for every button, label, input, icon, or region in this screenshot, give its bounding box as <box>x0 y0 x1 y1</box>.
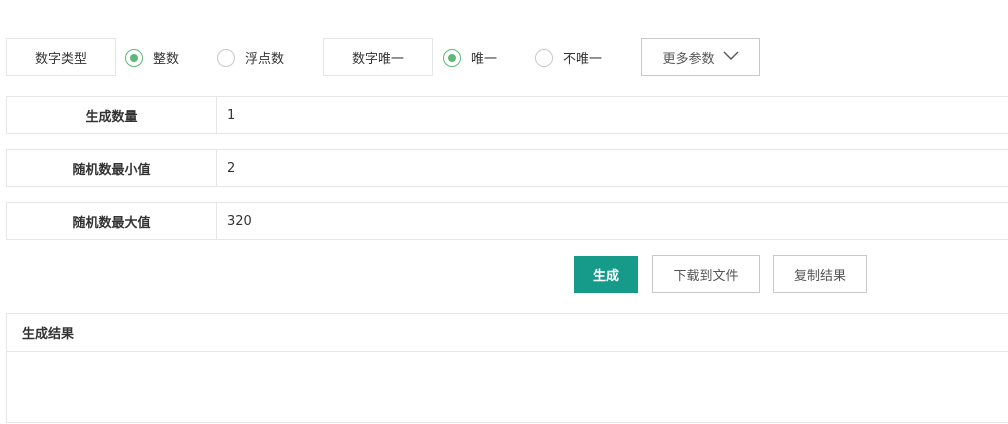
max-value-input[interactable]: 320 <box>217 203 1008 239</box>
radio-float[interactable]: 浮点数 <box>217 48 284 67</box>
radio-not-unique[interactable]: 不唯一 <box>535 48 602 67</box>
min-value-input[interactable]: 2 <box>217 150 1008 186</box>
generate-button[interactable]: 生成 <box>574 256 638 293</box>
chevron-down-icon <box>723 50 739 65</box>
field-label-max: 随机数最大值 <box>7 203 217 239</box>
field-row-max: 随机数最大值 320 <box>6 202 1008 240</box>
radio-not-unique-label: 不唯一 <box>563 52 603 67</box>
number-unique-label: 数字唯一 <box>323 38 433 76</box>
radio-unique[interactable]: 唯一 <box>443 48 497 67</box>
radio-unique-label: 唯一 <box>471 52 498 67</box>
radio-checked-icon[interactable] <box>443 48 461 67</box>
copy-button-label: 复制结果 <box>793 268 846 284</box>
field-row-count: 生成数量 1 <box>6 96 1008 134</box>
number-unique-label-text: 数字唯一 <box>351 51 404 67</box>
download-button[interactable]: 下载到文件 <box>652 255 760 293</box>
radio-unchecked-icon[interactable] <box>535 48 553 67</box>
count-input[interactable]: 1 <box>217 97 1008 133</box>
result-content[interactable] <box>7 352 1008 424</box>
field-label-count: 生成数量 <box>7 97 217 133</box>
field-row-min: 随机数最小值 2 <box>6 149 1008 187</box>
more-params-label: 更多参数 <box>662 51 715 67</box>
radio-checked-icon[interactable] <box>125 48 143 67</box>
number-type-label: 数字类型 <box>6 38 116 76</box>
generate-button-label: 生成 <box>592 269 619 284</box>
more-params-button[interactable]: 更多参数 <box>641 38 760 76</box>
result-card: 生成结果 <box>6 313 1008 423</box>
result-title: 生成结果 <box>7 314 1008 352</box>
copy-button[interactable]: 复制结果 <box>773 255 867 293</box>
radio-integer[interactable]: 整数 <box>125 48 179 67</box>
number-type-label-text: 数字类型 <box>34 51 87 67</box>
radio-unchecked-icon[interactable] <box>217 48 235 67</box>
radio-float-label: 浮点数 <box>245 52 285 67</box>
field-label-min: 随机数最小值 <box>7 150 217 186</box>
radio-integer-label: 整数 <box>153 52 180 67</box>
download-button-label: 下载到文件 <box>673 268 739 284</box>
